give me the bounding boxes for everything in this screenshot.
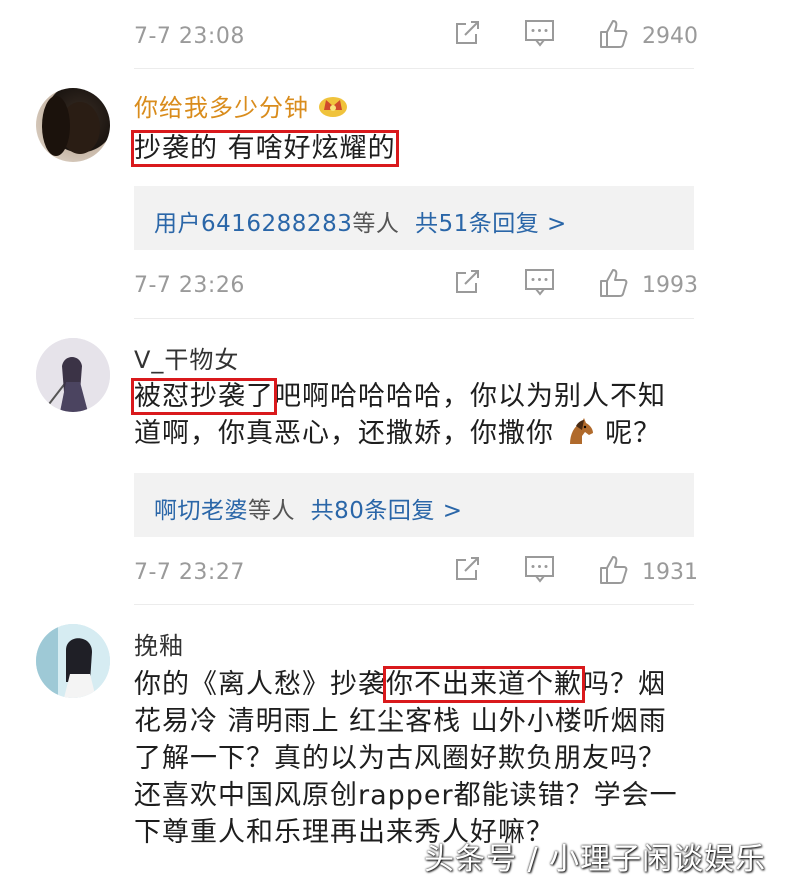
avatar[interactable]	[36, 88, 110, 162]
reply-summary[interactable]: 用户6416288283等人 共51条回复 >	[134, 186, 694, 250]
reply-summary[interactable]: 啊切老婆等人 共80条回复 >	[134, 473, 694, 537]
reply-count: 共51条回复 >	[414, 211, 567, 237]
comment-text-rest: 吧啊哈哈哈哈，你以为别人不知	[274, 381, 666, 412]
like-count: 1931	[642, 560, 698, 585]
share-icon[interactable]	[452, 267, 482, 297]
comment-text-line3: 了解一下？真的以为古风圈好欺负朋友吗？	[134, 743, 666, 774]
like-icon[interactable]	[598, 267, 630, 299]
username[interactable]: 你给我多少分钟	[134, 88, 348, 124]
share-icon[interactable]	[452, 554, 482, 584]
comment-text-line2: 花易冷 清明雨上 红尘客栈 山外小楼听烟雨	[134, 706, 667, 737]
comment-icon[interactable]	[524, 267, 556, 297]
share-icon[interactable]	[452, 18, 482, 48]
username[interactable]: V_干物女	[134, 340, 239, 375]
comment-1-meta: 7-7 23:26 1993	[134, 265, 698, 305]
username[interactable]: 挽釉	[134, 626, 184, 661]
reply-count: 共80条回复 >	[310, 498, 463, 524]
reply-suffix: 等人	[352, 211, 400, 237]
divider	[134, 68, 694, 69]
comment-0-meta: 7-7 23:08 2940	[134, 16, 698, 56]
comment-2-meta: 7-7 23:27 1931	[134, 552, 698, 592]
comment-text-post: 吗？烟	[582, 669, 666, 700]
username-text: 你给我多少分钟	[134, 94, 309, 122]
comment-text-pre: 你的《离人愁》抄袭	[134, 669, 386, 700]
like-count: 2940	[642, 24, 698, 49]
watermark: 头条号 / 小理子闲谈娱乐	[424, 842, 767, 877]
crown-icon	[318, 92, 348, 124]
reply-text[interactable]: 啊切老婆等人 共80条回复 >	[154, 491, 462, 525]
comment-text: 你的《离人愁》抄袭你不出来道个歉吗？烟 花易冷 清明雨上 红尘客栈 山外小楼听烟…	[134, 666, 734, 851]
comment-time: 7-7 23:26	[134, 273, 245, 298]
avatar[interactable]	[36, 338, 110, 412]
avatar[interactable]	[36, 624, 110, 698]
like-count: 1993	[642, 273, 698, 298]
highlighted-text: 抄袭的 有啥好炫耀的	[131, 130, 399, 167]
comment-text-line4: 还喜欢中国风原创rapper都能读错？学会一	[134, 780, 678, 811]
comment-time: 7-7 23:27	[134, 560, 245, 585]
divider	[134, 604, 694, 605]
divider	[134, 318, 694, 319]
comment-time: 7-7 23:08	[134, 24, 245, 49]
comment-text: 被怼抄袭了吧啊哈哈哈哈，你以为别人不知 道啊，你真恶心，还撒娇，你撒你 呢？	[131, 378, 714, 456]
reply-suffix: 等人	[248, 498, 295, 524]
highlighted-text: 被怼抄袭了	[131, 378, 277, 415]
comment-text: 抄袭的 有啥好炫耀的	[131, 130, 714, 167]
comment-text-line2: 道啊，你真恶心，还撒娇，你撒你	[134, 418, 554, 449]
like-icon[interactable]	[598, 18, 630, 50]
reply-text[interactable]: 用户6416288283等人 共51条回复 >	[154, 204, 567, 238]
reply-users: 啊切老婆	[154, 498, 248, 524]
highlighted-text: 你不出来道个歉	[383, 666, 585, 703]
comment-text-line2-end: 呢？	[605, 418, 662, 449]
comment-icon[interactable]	[524, 18, 556, 48]
comment-icon[interactable]	[524, 554, 556, 584]
reply-users: 用户6416288283	[154, 211, 353, 237]
horse-emoji-icon	[564, 416, 596, 456]
like-icon[interactable]	[598, 554, 630, 586]
